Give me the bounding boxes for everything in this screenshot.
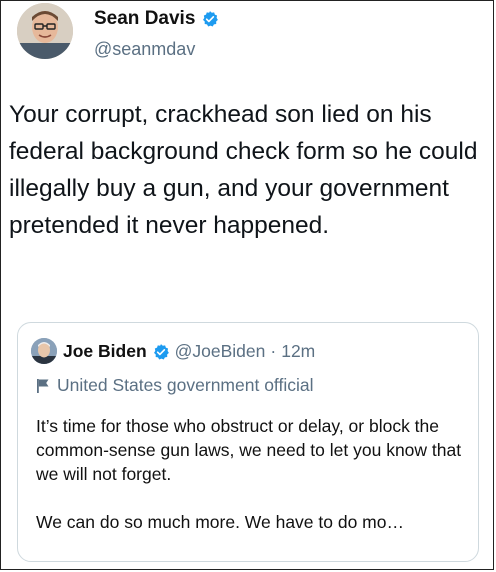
author-handle[interactable]: @seanmdav <box>94 39 195 60</box>
official-label-text: United States government official <box>57 375 314 395</box>
government-official-label: United States government official <box>36 375 313 396</box>
quoted-timestamp[interactable]: 12m <box>281 341 315 362</box>
author-name[interactable]: Sean Davis <box>94 8 195 30</box>
quoted-author-name[interactable]: Joe Biden <box>63 341 147 362</box>
quoted-tweet-text: It’s time for those who obstruct or dela… <box>36 414 472 558</box>
quoted-tweet[interactable]: Joe Biden @JoeBiden · 12m United States … <box>17 322 479 562</box>
verified-badge-icon <box>203 11 219 27</box>
quoted-paragraph: It’s time for those who obstruct or dela… <box>36 416 462 484</box>
author-avatar[interactable] <box>17 3 73 59</box>
quoted-author-avatar[interactable] <box>31 338 57 364</box>
time-separator: · <box>270 341 277 361</box>
quoted-author-row[interactable]: Joe Biden @JoeBiden · 12m <box>63 341 315 362</box>
person-avatar-icon <box>31 338 57 364</box>
flag-icon <box>37 378 49 393</box>
verified-badge-icon <box>153 343 169 359</box>
author-name-row[interactable]: Sean Davis <box>94 8 219 30</box>
quoted-author-handle[interactable]: @JoeBiden <box>175 341 266 362</box>
person-avatar-icon <box>17 3 73 59</box>
tweet-text: Your corrupt, crackhead son lied on his … <box>9 101 478 239</box>
tweet-card: Sean Davis @seanmdav Your corrupt, crack… <box>0 0 494 570</box>
quoted-paragraph: We can do so much more. We have to do mo… <box>36 512 404 532</box>
